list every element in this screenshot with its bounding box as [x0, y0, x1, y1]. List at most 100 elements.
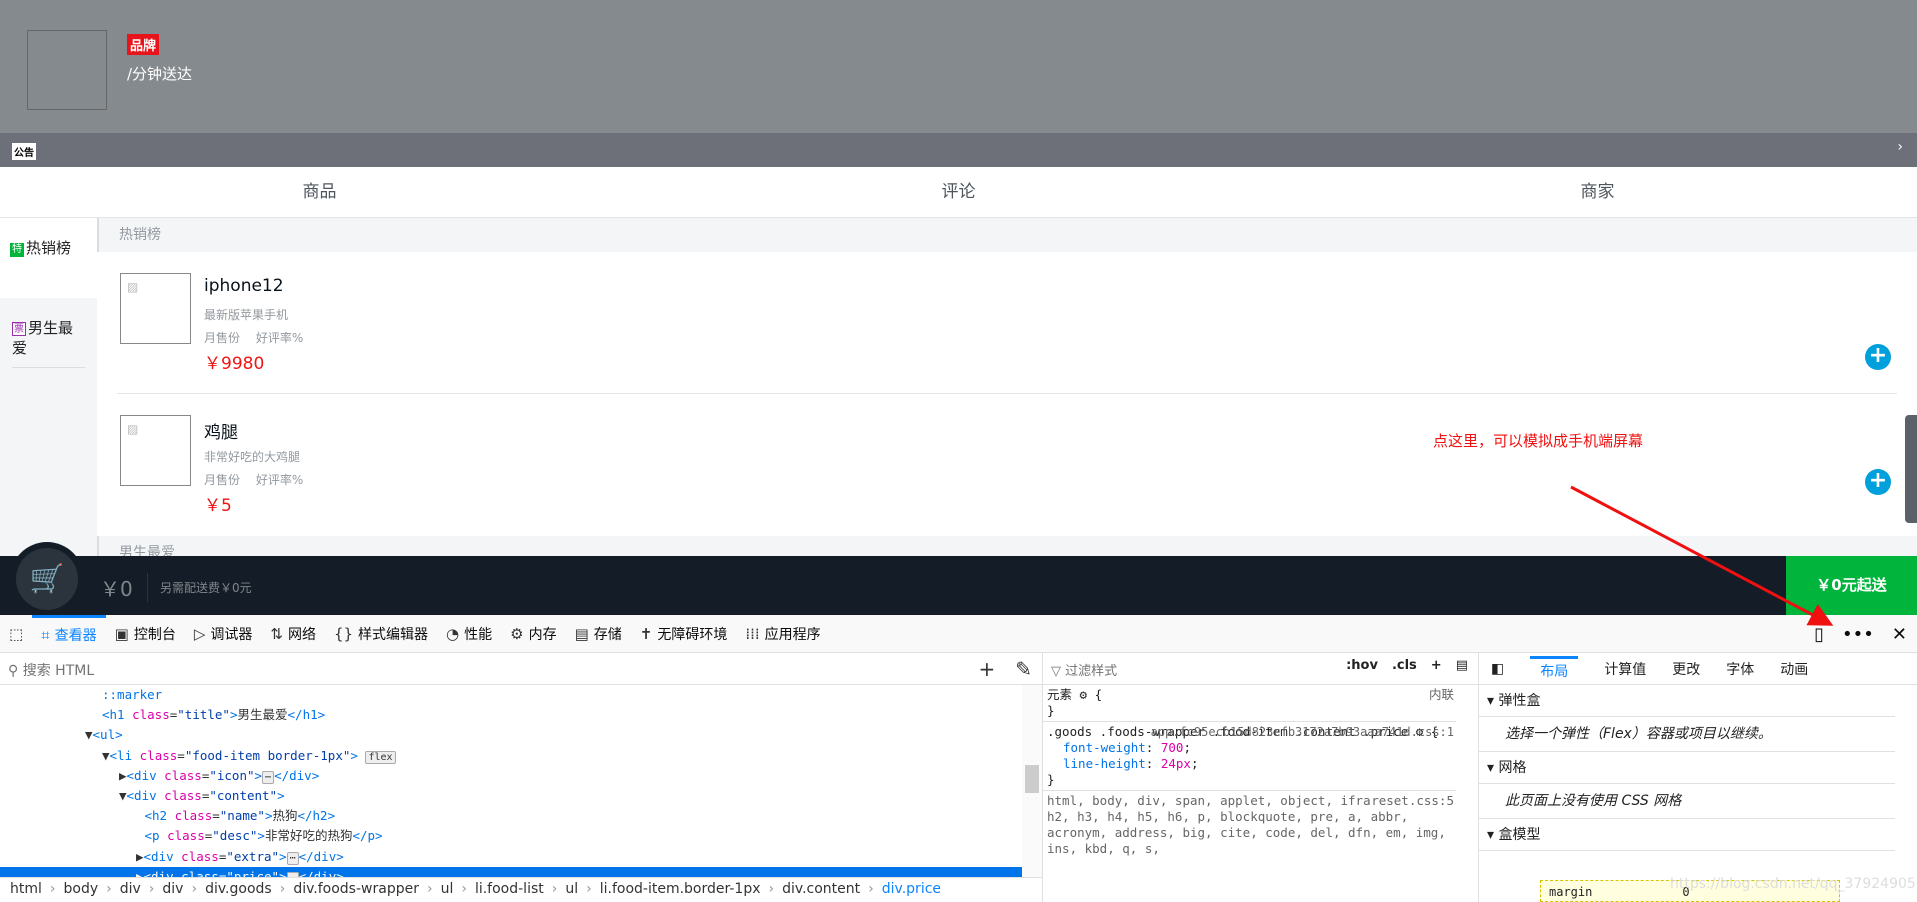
devtools-tab-4[interactable]: {} 样式编辑器 — [325, 615, 437, 653]
tab-goods[interactable]: 商品 — [0, 167, 639, 217]
food-name: 鸡腿 — [204, 423, 238, 443]
markup-node[interactable]: <h2 class="name">热狗</h2> — [0, 806, 1042, 826]
menu-item-boys[interactable]: 票男生最爱 — [12, 298, 85, 368]
foods-wrapper[interactable]: 热销榜 ▨ iphone12 最新版苹果手机 月售份 好评率% ￥9980 + … — [97, 218, 1917, 556]
chevron-right-icon[interactable]: › — [1897, 139, 1903, 155]
grid-section[interactable]: ▾ 网格 — [1479, 752, 1895, 784]
breadcrumb-item[interactable]: div.foods-wrapper — [293, 881, 419, 897]
prop-value[interactable]: 700 — [1161, 740, 1184, 755]
add-node-icon[interactable]: + — [978, 657, 995, 681]
hov-button[interactable]: :hov — [1346, 658, 1378, 673]
menu-label: 热销榜 — [26, 239, 72, 257]
side-widget[interactable] — [1905, 415, 1917, 523]
breadcrumb: html › body › div › div › div.goods › div.foods-wr… — [0, 877, 1042, 902]
tree-scrollbar[interactable] — [1022, 685, 1042, 877]
price-rule[interactable]: .goods .foods-wrapper .food-item .conten… — [1043, 722, 1456, 791]
rule-source[interactable]: reset.css:5 — [1371, 793, 1454, 809]
devtools-tab-2[interactable]: ▷ 调试器 — [185, 615, 262, 653]
breadcrumb-item[interactable]: div — [120, 881, 141, 897]
element-picker-button[interactable]: ⬚ — [0, 615, 32, 653]
brand-badge: 品牌 — [127, 34, 160, 55]
food-desc: 非常好吃的大鸡腿 — [204, 450, 301, 464]
prop-name[interactable]: font-weight — [1063, 740, 1146, 755]
cart-button[interactable]: 🛒 — [10, 542, 84, 616]
breadcrumb-item[interactable]: div.price — [882, 881, 941, 897]
sidebar-toggle-icon[interactable]: ◧ — [1491, 661, 1504, 677]
markup-node[interactable]: ▶<div class="price">⋯</div> — [0, 866, 1042, 877]
broken-image-icon: ▨ — [127, 422, 139, 436]
markup-node[interactable]: ::marker — [0, 685, 1042, 705]
html-search[interactable]: ⚲ 搜索 HTML + ✎ — [0, 653, 1042, 685]
devtools-tab-1[interactable]: ▣ 控制台 — [106, 615, 185, 653]
breadcrumb-item[interactable]: ul — [441, 881, 454, 897]
rule-source[interactable]: app.fc95ecb15d823cfb3172a7b93aaa741d.css… — [1151, 724, 1454, 740]
markup-node[interactable]: <p class="desc">非常好吃的热狗</p> — [0, 826, 1042, 846]
breadcrumb-item[interactable]: div.content — [782, 881, 860, 897]
tab-changes[interactable]: 更改 — [1672, 659, 1700, 679]
devtools-tab-9[interactable]: ⁞⁞⁞ 应用程序 — [736, 615, 829, 653]
breadcrumb-item[interactable]: html — [10, 881, 42, 897]
breadcrumb-item[interactable]: ul — [565, 881, 578, 897]
devtools-tab-3[interactable]: ⇅ 网络 — [261, 615, 325, 653]
food-price: ￥5 — [204, 496, 232, 516]
markup-node[interactable]: ▶<div class="extra"> ⋯ </div> — [0, 847, 1042, 867]
food-name: iphone12 — [204, 276, 284, 296]
eyedropper-icon[interactable]: ✎ — [1015, 657, 1032, 681]
filter-styles-input[interactable]: 过滤样式 — [1065, 664, 1117, 679]
layout-pane: ◧ 布局 计算值 更改 字体 动画 ▾ 弹性盒 选择一个弹性（Flex）容器或项… — [1478, 653, 1917, 902]
tab-label: 性能 — [464, 626, 493, 643]
prop-value[interactable]: 24px — [1161, 756, 1191, 771]
margin-label: margin — [1549, 885, 1593, 899]
prop-name[interactable]: line-height — [1063, 756, 1146, 771]
markup-node[interactable]: ▼<li class="food-item border-1px"> flex — [0, 746, 1042, 766]
markup-node[interactable]: ▶<div class="icon"> ⋯ </div> — [0, 766, 1042, 786]
devtools-tab-5[interactable]: ◔ 性能 — [437, 615, 501, 653]
add-to-cart-button[interactable]: + — [1865, 344, 1891, 370]
markup-tree[interactable]: ::marker <h1 class="title">男生最爱</h1> ▼<ul>… — [0, 685, 1042, 877]
search-input[interactable]: 搜索 HTML — [23, 663, 94, 679]
tab-ratings[interactable]: 评论 — [639, 167, 1278, 217]
breadcrumb-item[interactable]: li.food-item.border-1px — [600, 881, 761, 897]
reset-rule[interactable]: html, body, div, span, applet, object, i… — [1043, 791, 1456, 859]
add-to-cart-button[interactable]: + — [1865, 469, 1891, 495]
food-item[interactable]: ▨ iphone12 最新版苹果手机 月售份 好评率% ￥9980 + — [117, 252, 1897, 394]
breadcrumb-item[interactable]: li.food-list — [475, 881, 544, 897]
tool-icon: ▤ — [574, 624, 589, 643]
breadcrumb-item[interactable]: body — [64, 881, 99, 897]
tool-icon: {} — [333, 624, 354, 643]
shop-header — [0, 0, 1917, 133]
markup-node[interactable]: ▼<div class="content"> — [0, 786, 1042, 806]
markup-node[interactable]: ▼<ul> — [0, 725, 1042, 745]
breadcrumb-item[interactable]: div — [162, 881, 183, 897]
food-item[interactable]: ▨ 鸡腿 非常好吃的大鸡腿 月售份 好评率% ￥5 + — [117, 394, 1897, 536]
tab-computed[interactable]: 计算值 — [1604, 659, 1646, 679]
breadcrumb-separator: › — [461, 881, 467, 897]
devtools-tab-7[interactable]: ▤ 存储 — [566, 615, 631, 653]
responsive-design-mode-icon[interactable]: ▯ — [1814, 624, 1824, 645]
devtools-tab-8[interactable]: ✝ 无障碍环境 — [631, 615, 737, 653]
tab-layout[interactable]: 布局 — [1530, 656, 1579, 681]
tool-icon: ⇅ — [270, 624, 283, 643]
box-model-section[interactable]: ▾ 盒模型 — [1479, 819, 1895, 851]
markup-node[interactable]: <h1 class="title">男生最爱</h1> — [0, 705, 1042, 725]
print-media-icon[interactable]: ▤ — [1456, 658, 1468, 673]
tab-seller[interactable]: 商家 — [1278, 167, 1917, 217]
breadcrumb-separator: › — [768, 881, 775, 897]
cls-button[interactable]: .cls — [1392, 658, 1417, 673]
flexbox-section[interactable]: ▾ 弹性盒 — [1479, 685, 1895, 717]
tab-animations[interactable]: 动画 — [1780, 659, 1808, 679]
close-icon[interactable]: ✕ — [1892, 624, 1907, 645]
devtools-tab-6[interactable]: ⚙ 内存 — [501, 615, 565, 653]
notice-bar[interactable] — [0, 133, 1917, 167]
menu-item-hot[interactable]: 特热销榜 — [0, 218, 97, 298]
devtools-tab-0[interactable]: ⌗ 查看器 — [32, 614, 106, 653]
rule-source: 内联 — [1428, 687, 1454, 702]
add-rule-icon[interactable]: + — [1431, 658, 1442, 673]
more-options-icon[interactable]: ••• — [1842, 624, 1874, 645]
tab-fonts[interactable]: 字体 — [1726, 659, 1754, 679]
element-rule[interactable]: 元素 ⚙ {} 内联 — [1043, 685, 1456, 722]
tool-icon: ▣ — [114, 624, 129, 643]
breadcrumb-item[interactable]: div.goods — [205, 881, 272, 897]
pay-button[interactable]: ￥0元起送 — [1786, 556, 1917, 615]
filter-icon: ▽ — [1051, 664, 1066, 679]
